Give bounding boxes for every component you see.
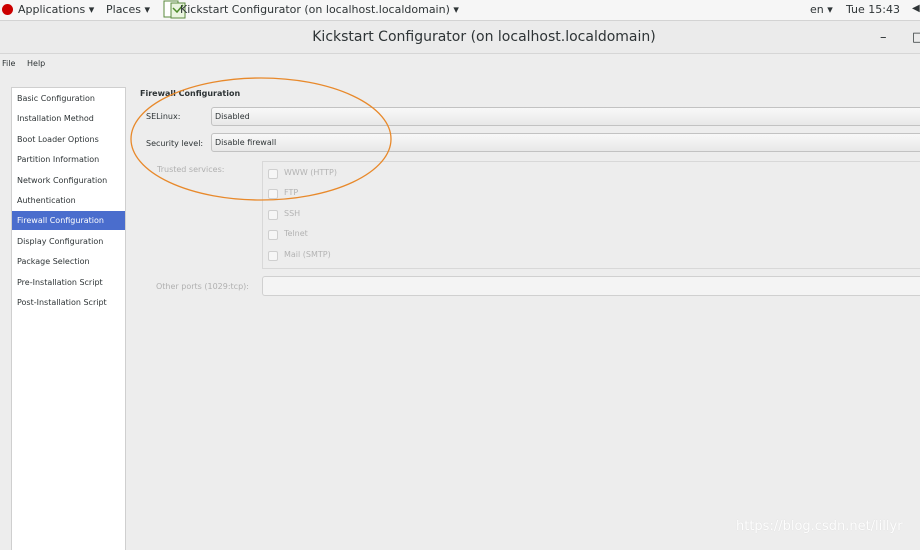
checkbox-icon xyxy=(268,169,278,179)
service-label: FTP xyxy=(284,188,299,197)
menubar: File Help xyxy=(0,54,920,74)
checkbox-icon xyxy=(268,210,278,220)
service-label: SSH xyxy=(284,209,301,218)
menu-help[interactable]: Help xyxy=(27,59,45,68)
checkbox-icon xyxy=(268,251,278,261)
service-label: Mail (SMTP) xyxy=(284,250,331,259)
other-ports-label: Other ports (1029:tcp): xyxy=(156,282,249,291)
nav-item-basic-configuration[interactable]: Basic Configuration xyxy=(12,90,125,108)
minimize-button[interactable]: – xyxy=(880,30,887,45)
nav-item-display-configuration[interactable]: Display Configuration xyxy=(12,233,125,251)
section-list: Basic Configuration Installation Method … xyxy=(11,87,126,550)
selinux-label: SELinux: xyxy=(146,112,181,121)
trusted-services-label: Trusted services: xyxy=(157,165,225,174)
nav-item-package-selection[interactable]: Package Selection xyxy=(12,253,125,271)
section-title: Firewall Configuration xyxy=(140,89,241,98)
clock[interactable]: Tue 15:43 xyxy=(846,3,900,16)
window-titlebar: Kickstart Configurator (on localhost.loc… xyxy=(0,21,920,54)
other-ports-input[interactable] xyxy=(262,276,920,296)
nav-item-post-installation-script[interactable]: Post-Installation Script xyxy=(12,294,125,312)
security-level-select[interactable]: Disable firewall xyxy=(211,133,920,152)
service-label: Telnet xyxy=(284,229,308,238)
nav-item-pre-installation-script[interactable]: Pre-Installation Script xyxy=(12,274,125,292)
checkbox-icon xyxy=(268,230,278,240)
selinux-select[interactable]: Disabled xyxy=(211,107,920,126)
nav-item-boot-loader-options[interactable]: Boot Loader Options xyxy=(12,131,125,149)
nav-item-network-configuration[interactable]: Network Configuration xyxy=(12,172,125,190)
trusted-services-list xyxy=(262,161,920,269)
nav-item-installation-method[interactable]: Installation Method xyxy=(12,110,125,128)
applications-menu[interactable]: Applications ▾ xyxy=(18,3,94,16)
places-menu[interactable]: Places ▾ xyxy=(106,3,150,16)
nav-item-partition-information[interactable]: Partition Information xyxy=(12,151,125,169)
service-label: WWW (HTTP) xyxy=(284,168,337,177)
menu-file[interactable]: File xyxy=(2,59,15,68)
security-level-label: Security level: xyxy=(146,139,204,148)
window-menu[interactable]: Kickstart Configurator (on localhost.loc… xyxy=(180,3,459,16)
redhat-logo-icon xyxy=(2,4,13,15)
watermark: https://blog.csdn.net/lillyr xyxy=(736,519,903,534)
nav-item-firewall-configuration[interactable]: Firewall Configuration xyxy=(12,211,125,230)
language-menu[interactable]: en ▾ xyxy=(810,3,833,16)
volume-icon[interactable]: ◀ xyxy=(912,3,920,14)
window-title: Kickstart Configurator (on localhost.loc… xyxy=(312,29,656,45)
nav-item-authentication[interactable]: Authentication xyxy=(12,192,125,210)
maximize-button[interactable]: □ xyxy=(912,30,920,45)
top-panel: Applications ▾ Places ▾ Kickstart Config… xyxy=(0,0,920,21)
checkbox-icon xyxy=(268,189,278,199)
